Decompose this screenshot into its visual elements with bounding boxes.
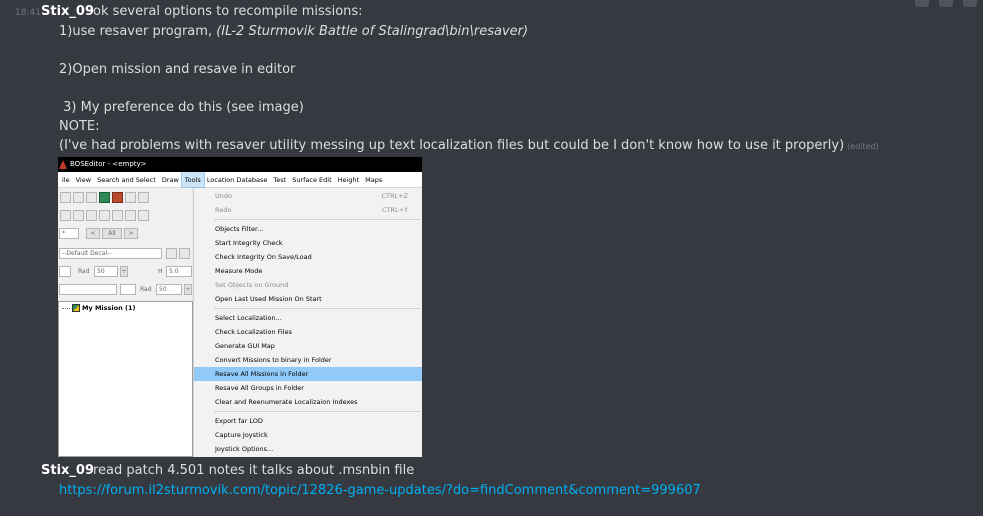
menu-view[interactable]: View <box>73 172 94 187</box>
rad2-spinner[interactable]: ÷ <box>184 284 192 295</box>
message-username[interactable]: Stix_09 <box>41 4 94 19</box>
forum-link[interactable]: https://forum.il2sturmovik.com/topic/128… <box>59 483 701 498</box>
editor-menubar: ile View Search and Select Draw Tools Lo… <box>58 171 422 188</box>
editor-left-panel: * < All > --Default Decal-- Rad 50 ÷ H 5… <box>58 188 193 457</box>
download-icon[interactable] <box>125 192 136 203</box>
tree-item-my-mission[interactable]: My Mission (1) <box>62 304 135 312</box>
message-option-1: 1)use resaver program, (IL-2 Sturmovik B… <box>59 24 528 39</box>
size-field[interactable] <box>59 266 71 277</box>
rotate-icon[interactable] <box>73 210 84 221</box>
grid-icon[interactable] <box>125 210 136 221</box>
rad-label: Rad <box>78 268 90 275</box>
next-button[interactable]: > <box>124 228 138 239</box>
decal-clear-icon[interactable] <box>179 248 190 259</box>
tree-item-label: My Mission (1) <box>82 304 136 312</box>
tree-connector <box>62 307 70 309</box>
menu-item-convert-missions-binary[interactable]: Convert Missions to binary in Folder <box>194 353 422 367</box>
menu-search-select[interactable]: Search and Select <box>94 172 159 187</box>
menu-location-database[interactable]: Location Database <box>204 172 271 187</box>
menu-tools[interactable]: Tools <box>180 171 205 188</box>
menu-separator <box>214 308 420 309</box>
prev-button[interactable]: < <box>86 228 100 239</box>
mission-icon <box>72 304 80 312</box>
copy-icon[interactable] <box>73 192 84 203</box>
all-button[interactable]: All <box>102 228 122 239</box>
note-text-body: (I've had problems with resaver utility … <box>59 138 845 153</box>
menu-maps[interactable]: Maps <box>362 172 385 187</box>
menu-item-objects-filter[interactable]: Objects Filter... <box>194 222 422 236</box>
note-label: NOTE: <box>59 119 100 134</box>
menu-draw[interactable]: Draw <box>159 172 182 187</box>
image-icon[interactable] <box>112 210 123 221</box>
menu-separator <box>214 411 420 412</box>
menu-item-shortcut: CTRL+Y <box>381 206 408 214</box>
menu-surface-edit[interactable]: Surface Edit <box>289 172 334 187</box>
message-2: Stix_09 read patch 4.501 notes it talks … <box>0 460 983 516</box>
menu-item-select-localization[interactable]: Select Localization... <box>194 311 422 325</box>
edited-marker: (edited) <box>847 142 879 151</box>
scale-icon[interactable] <box>86 210 97 221</box>
font-icon[interactable] <box>138 192 149 203</box>
menu-item-check-integrity-save-load[interactable]: Check Integrity On Save/Load <box>194 250 422 264</box>
menu-item-label: Undo <box>215 192 232 200</box>
rad-input[interactable]: 50 <box>94 266 118 277</box>
message-option-2: 2)Open mission and resave in editor <box>59 62 296 77</box>
brush-select[interactable] <box>59 284 117 295</box>
message-timestamp: 18:41 <box>15 8 41 18</box>
menu-item-label: Redo <box>215 206 232 214</box>
menu-file[interactable]: ile <box>59 172 73 187</box>
tools-dropdown-menu: Undo CTRL+Z Redo CTRL+Y Objects Filter... … <box>193 188 422 457</box>
message-option-3: 3) My preference do this (see image) <box>59 100 304 115</box>
menu-item-open-last-mission[interactable]: Open Last Used Mission On Start <box>194 292 422 306</box>
menu-item-measure-mode[interactable]: Measure Mode <box>194 264 422 278</box>
mission-tree[interactable]: My Mission (1) <box>58 301 193 457</box>
editor-toolbar-row-2 <box>58 207 193 224</box>
decal-picker-icon[interactable] <box>166 248 177 259</box>
rad-spinner[interactable]: ÷ <box>120 266 128 277</box>
message-text-line: read patch 4.501 notes it talks about .m… <box>93 463 415 478</box>
brush-checkbox[interactable] <box>120 284 136 295</box>
menu-item-resave-all-missions[interactable]: Resave All Missions in Folder <box>194 367 422 381</box>
menu-item-export-far-lod[interactable]: Export far LOD <box>194 414 422 428</box>
editor-logo-icon <box>59 160 67 169</box>
menu-item-undo[interactable]: Undo CTRL+Z <box>194 189 422 203</box>
h-input[interactable]: 5.0 <box>166 266 192 277</box>
rad2-input[interactable]: 50 <box>156 284 182 295</box>
message-username[interactable]: Stix_09 <box>41 463 94 478</box>
decal-select[interactable]: --Default Decal-- <box>59 248 162 259</box>
map-icon[interactable] <box>99 192 110 203</box>
message-text-line: ok several options to recompile missions… <box>93 4 363 19</box>
menu-item-joystick-options[interactable]: Joystick Options... <box>194 442 422 456</box>
editor-title: BOSEditor - <empty> <box>70 160 147 168</box>
select-icon[interactable] <box>99 210 110 221</box>
menu-item-check-localization-files[interactable]: Check Localization Files <box>194 325 422 339</box>
filter-field[interactable]: * <box>59 228 79 239</box>
snap-icon[interactable] <box>138 210 149 221</box>
resaver-path: (IL-2 Sturmovik Battle of Stalingrad\bin… <box>216 24 529 39</box>
menu-item-start-integrity-check[interactable]: Start Integrity Check <box>194 236 422 250</box>
menu-item-resave-all-groups[interactable]: Resave All Groups in Folder <box>194 381 422 395</box>
menu-item-generate-gui-map[interactable]: Generate GUI Map <box>194 339 422 353</box>
message-1: 18:41 Stix_09 ok several options to reco… <box>0 0 983 460</box>
menu-separator <box>214 219 420 220</box>
menu-item-redo[interactable]: Redo CTRL+Y <box>194 203 422 217</box>
note-text: (I've had problems with resaver utility … <box>59 138 879 153</box>
move-icon[interactable] <box>60 210 71 221</box>
menu-item-capture-joystick[interactable]: Capture Joystick <box>194 428 422 442</box>
cut-icon[interactable] <box>60 192 71 203</box>
h-label: H <box>158 268 163 275</box>
option1-text: 1)use resaver program, <box>59 24 217 39</box>
rad2-label: Rad <box>140 286 152 293</box>
layer-icon[interactable] <box>112 192 123 203</box>
ruler-icon[interactable] <box>86 192 97 203</box>
menu-item-set-objects-on-ground[interactable]: Set Objects on Ground <box>194 278 422 292</box>
menu-item-shortcut: CTRL+Z <box>381 192 408 200</box>
menu-item-clear-reenumerate[interactable]: Clear and Reenumerate Localizaion Indexe… <box>194 395 422 409</box>
attached-screenshot[interactable]: BOSEditor - <empty> ile View Search and … <box>58 157 422 457</box>
menu-test[interactable]: Test <box>270 172 289 187</box>
menu-height[interactable]: Height <box>335 172 363 187</box>
editor-toolbar-row-1 <box>58 189 193 206</box>
editor-title-bar: BOSEditor - <empty> <box>58 157 422 172</box>
